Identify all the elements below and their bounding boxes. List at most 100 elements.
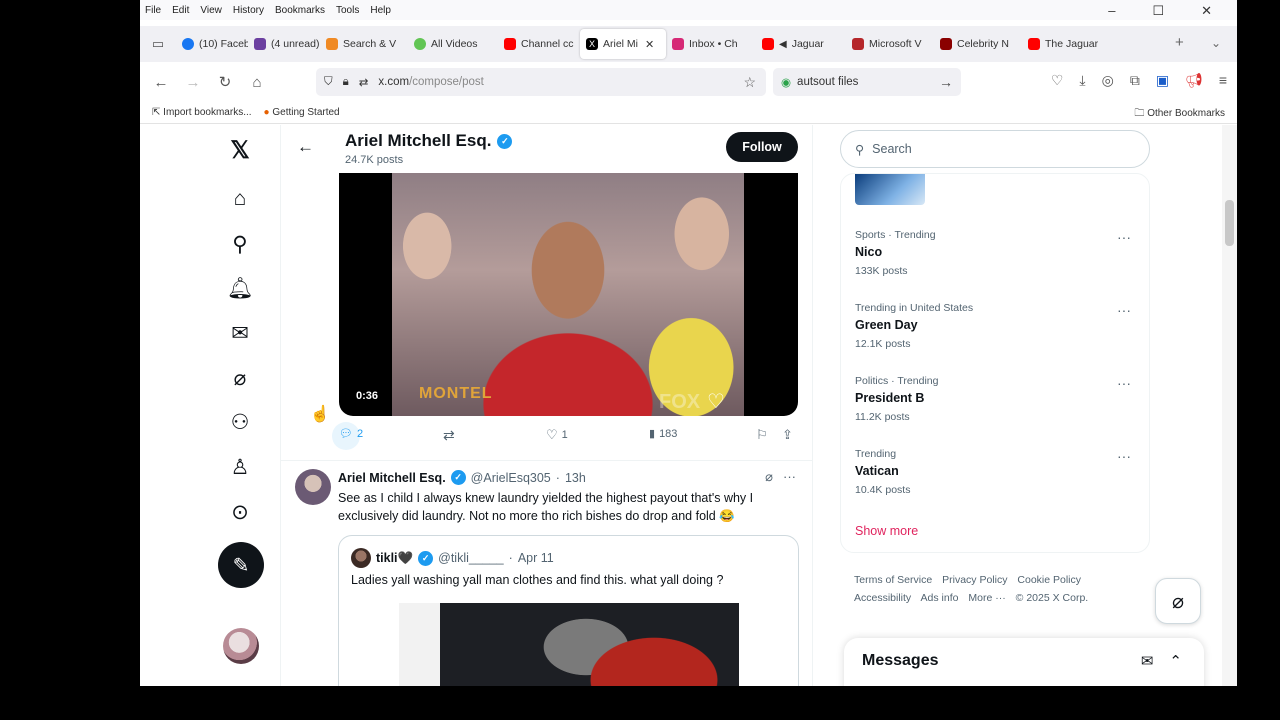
more-options-icon[interactable]: ··· — [1117, 448, 1131, 464]
trend-item[interactable]: Trending Vatican 10.4K posts ··· — [855, 448, 1145, 496]
bell-icon[interactable]: 🔔︎ — [220, 269, 260, 309]
tab-instagram[interactable]: Inbox • Ch — [666, 29, 756, 59]
tweet-handle[interactable]: @ArielEsq305 — [471, 471, 551, 485]
bookmark-getting-started[interactable]: ● Getting Started — [264, 107, 340, 118]
tweet-avatar[interactable] — [295, 469, 331, 505]
home-icon[interactable]: ⌂ — [220, 179, 260, 219]
chevron-down-icon[interactable]: ⌄ — [1211, 36, 1221, 50]
menu-file[interactable]: File — [145, 5, 161, 16]
menu-tools[interactable]: Tools — [336, 5, 359, 16]
menu-edit[interactable]: Edit — [172, 5, 189, 16]
search-input[interactable]: ⚲ Search — [840, 130, 1150, 168]
tweet[interactable]: Ariel Mitchell Esq. ✓ @ArielEsq305 · 13h… — [281, 461, 812, 686]
tab-mail[interactable]: (4 unread) — [248, 29, 320, 59]
more-options-icon[interactable]: ··· — [1117, 229, 1131, 245]
speaker-icon[interactable]: ◀ — [779, 39, 787, 50]
bookmark-button[interactable]: ⚐ — [756, 427, 768, 443]
privacy-link[interactable]: Privacy Policy — [942, 574, 1007, 586]
show-more-link[interactable]: Show more — [855, 524, 918, 538]
pocket-icon[interactable]: ♡ — [1051, 72, 1064, 89]
url-bar[interactable]: ⛉ 🔒︎ ⇄ x.com/compose/post ☆ — [316, 68, 766, 96]
x-logo-icon[interactable]: 𝕏 — [220, 130, 260, 170]
like-button[interactable]: ♡ 1 — [546, 427, 568, 443]
other-bookmarks[interactable]: 🗀︎ Other Bookmarks — [1134, 106, 1225, 123]
messages-drawer[interactable]: Messages ✉ ⌃ — [844, 638, 1204, 686]
home-icon[interactable]: ⌂ — [241, 74, 273, 91]
follow-button[interactable]: Follow — [726, 132, 798, 162]
tab-channel[interactable]: Channel cc — [498, 29, 580, 59]
trend-thumbnail[interactable] — [855, 174, 925, 205]
heart-icon[interactable]: ♡ — [707, 389, 725, 414]
grok-icon[interactable]: ⌀ — [220, 358, 260, 398]
menu-bookmarks[interactable]: Bookmarks — [275, 5, 325, 16]
back-icon[interactable]: ← — [145, 74, 177, 91]
communities-icon[interactable]: ⚇ — [220, 402, 260, 442]
shield-icon[interactable]: ⛉ — [324, 76, 333, 89]
quoted-tweet[interactable]: tikli🖤 ✓ @tikli_____ · Apr 11 Ladies yal… — [338, 535, 799, 686]
video-player[interactable]: 0:36 MONTEL FOX ♡ — [339, 173, 798, 416]
permissions-icon[interactable]: ⇄ — [359, 75, 369, 89]
envelope-icon[interactable]: ✉ — [220, 313, 260, 353]
menu-hamburger-icon[interactable]: ≡ — [1219, 72, 1227, 89]
menu-help[interactable]: Help — [370, 5, 391, 16]
more-options-icon[interactable]: ··· — [783, 469, 796, 485]
more-options-icon[interactable]: ··· — [1117, 302, 1131, 318]
accessibility-link[interactable]: Accessibility — [854, 592, 911, 604]
extensions-icon[interactable]: ⧉ — [1130, 72, 1140, 89]
tab-jaguar-playing[interactable]: ◀ Jaguar — [756, 29, 846, 59]
megaphone-icon[interactable]: 📢︎ — [1185, 72, 1203, 89]
more-link[interactable]: More ··· — [968, 592, 1005, 604]
quote-image[interactable] — [399, 603, 739, 686]
more-options-icon[interactable]: ··· — [1117, 375, 1131, 391]
close-tab-icon[interactable]: ✕ — [645, 38, 654, 51]
reload-icon[interactable]: ↻ — [209, 73, 241, 91]
trend-item[interactable]: Politics · Trending President B 11.2K po… — [855, 375, 1145, 423]
trend-item[interactable]: Trending in United States Green Day 12.1… — [855, 302, 1145, 350]
tab-microsoft[interactable]: Microsoft V — [846, 29, 934, 59]
cookie-link[interactable]: Cookie Policy — [1017, 574, 1081, 586]
close-window-icon[interactable]: ✕ — [1201, 3, 1212, 19]
tab-celebrity[interactable]: Celebrity N — [934, 29, 1022, 59]
tab-the-jaguar[interactable]: The Jaguar — [1022, 29, 1110, 59]
new-tab-icon[interactable]: + — [1175, 34, 1184, 51]
trend-item[interactable]: Sports · Trending Nico 133K posts ··· — [855, 229, 1145, 277]
new-message-icon[interactable]: ✉ — [1141, 652, 1154, 670]
terms-link[interactable]: Terms of Service — [854, 574, 932, 586]
share-button[interactable]: ⇪ — [782, 427, 793, 443]
account-icon[interactable]: ◎ — [1102, 72, 1114, 89]
extension-badge-icon[interactable]: ▣ — [1156, 72, 1169, 89]
menu-view[interactable]: View — [200, 5, 222, 16]
views-button[interactable]: ▮ 183 — [649, 427, 677, 441]
star-icon[interactable]: ☆ — [743, 74, 756, 91]
search-icon[interactable]: ⚲ — [220, 224, 260, 264]
account-avatar[interactable] — [223, 628, 259, 664]
download-icon[interactable]: ⤓ — [1079, 72, 1085, 89]
repost-button[interactable]: ⇄ — [443, 427, 455, 444]
tab-search[interactable]: Search & V — [320, 29, 408, 59]
go-arrow-icon[interactable]: → — [939, 74, 953, 90]
tab-list-icon[interactable]: ▭ — [140, 36, 176, 52]
ads-info-link[interactable]: Ads info — [921, 592, 959, 604]
tweet-time[interactable]: 13h — [565, 471, 586, 485]
menu-history[interactable]: History — [233, 5, 264, 16]
minimize-icon[interactable]: – — [1108, 3, 1115, 19]
profile-icon[interactable]: ♙ — [220, 447, 260, 487]
more-circle-icon[interactable]: ⊙ — [220, 492, 260, 532]
tweet-author-name[interactable]: Ariel Mitchell Esq. — [338, 471, 446, 485]
page-scrollbar[interactable] — [1222, 125, 1237, 686]
compose-post-button[interactable]: ✎ — [218, 542, 264, 588]
tab-all-videos[interactable]: All Videos — [408, 29, 498, 59]
tab-facebook[interactable]: (10) Facebo — [176, 29, 248, 59]
reply-button[interactable]: 💬︎ 2 — [332, 422, 363, 450]
maximize-icon[interactable]: ☐ — [1152, 3, 1164, 19]
tab-ariel-active[interactable]: X Ariel Mi ✕ — [580, 29, 666, 59]
scrollbar-thumb[interactable] — [1225, 200, 1234, 246]
web-search-bar[interactable]: ◉ autsout files → — [773, 68, 961, 96]
grok-icon[interactable]: ⌀ — [765, 469, 773, 485]
back-arrow-icon[interactable]: ← — [297, 137, 314, 157]
forward-icon[interactable]: → — [177, 74, 209, 91]
lock-icon[interactable]: 🔒︎ — [343, 76, 349, 89]
grok-floating-button[interactable]: ⌀ — [1155, 578, 1201, 624]
chevron-up-icon[interactable]: ⌃ — [1169, 652, 1182, 670]
bookmark-import[interactable]: ⇱ Import bookmarks... — [152, 107, 252, 118]
